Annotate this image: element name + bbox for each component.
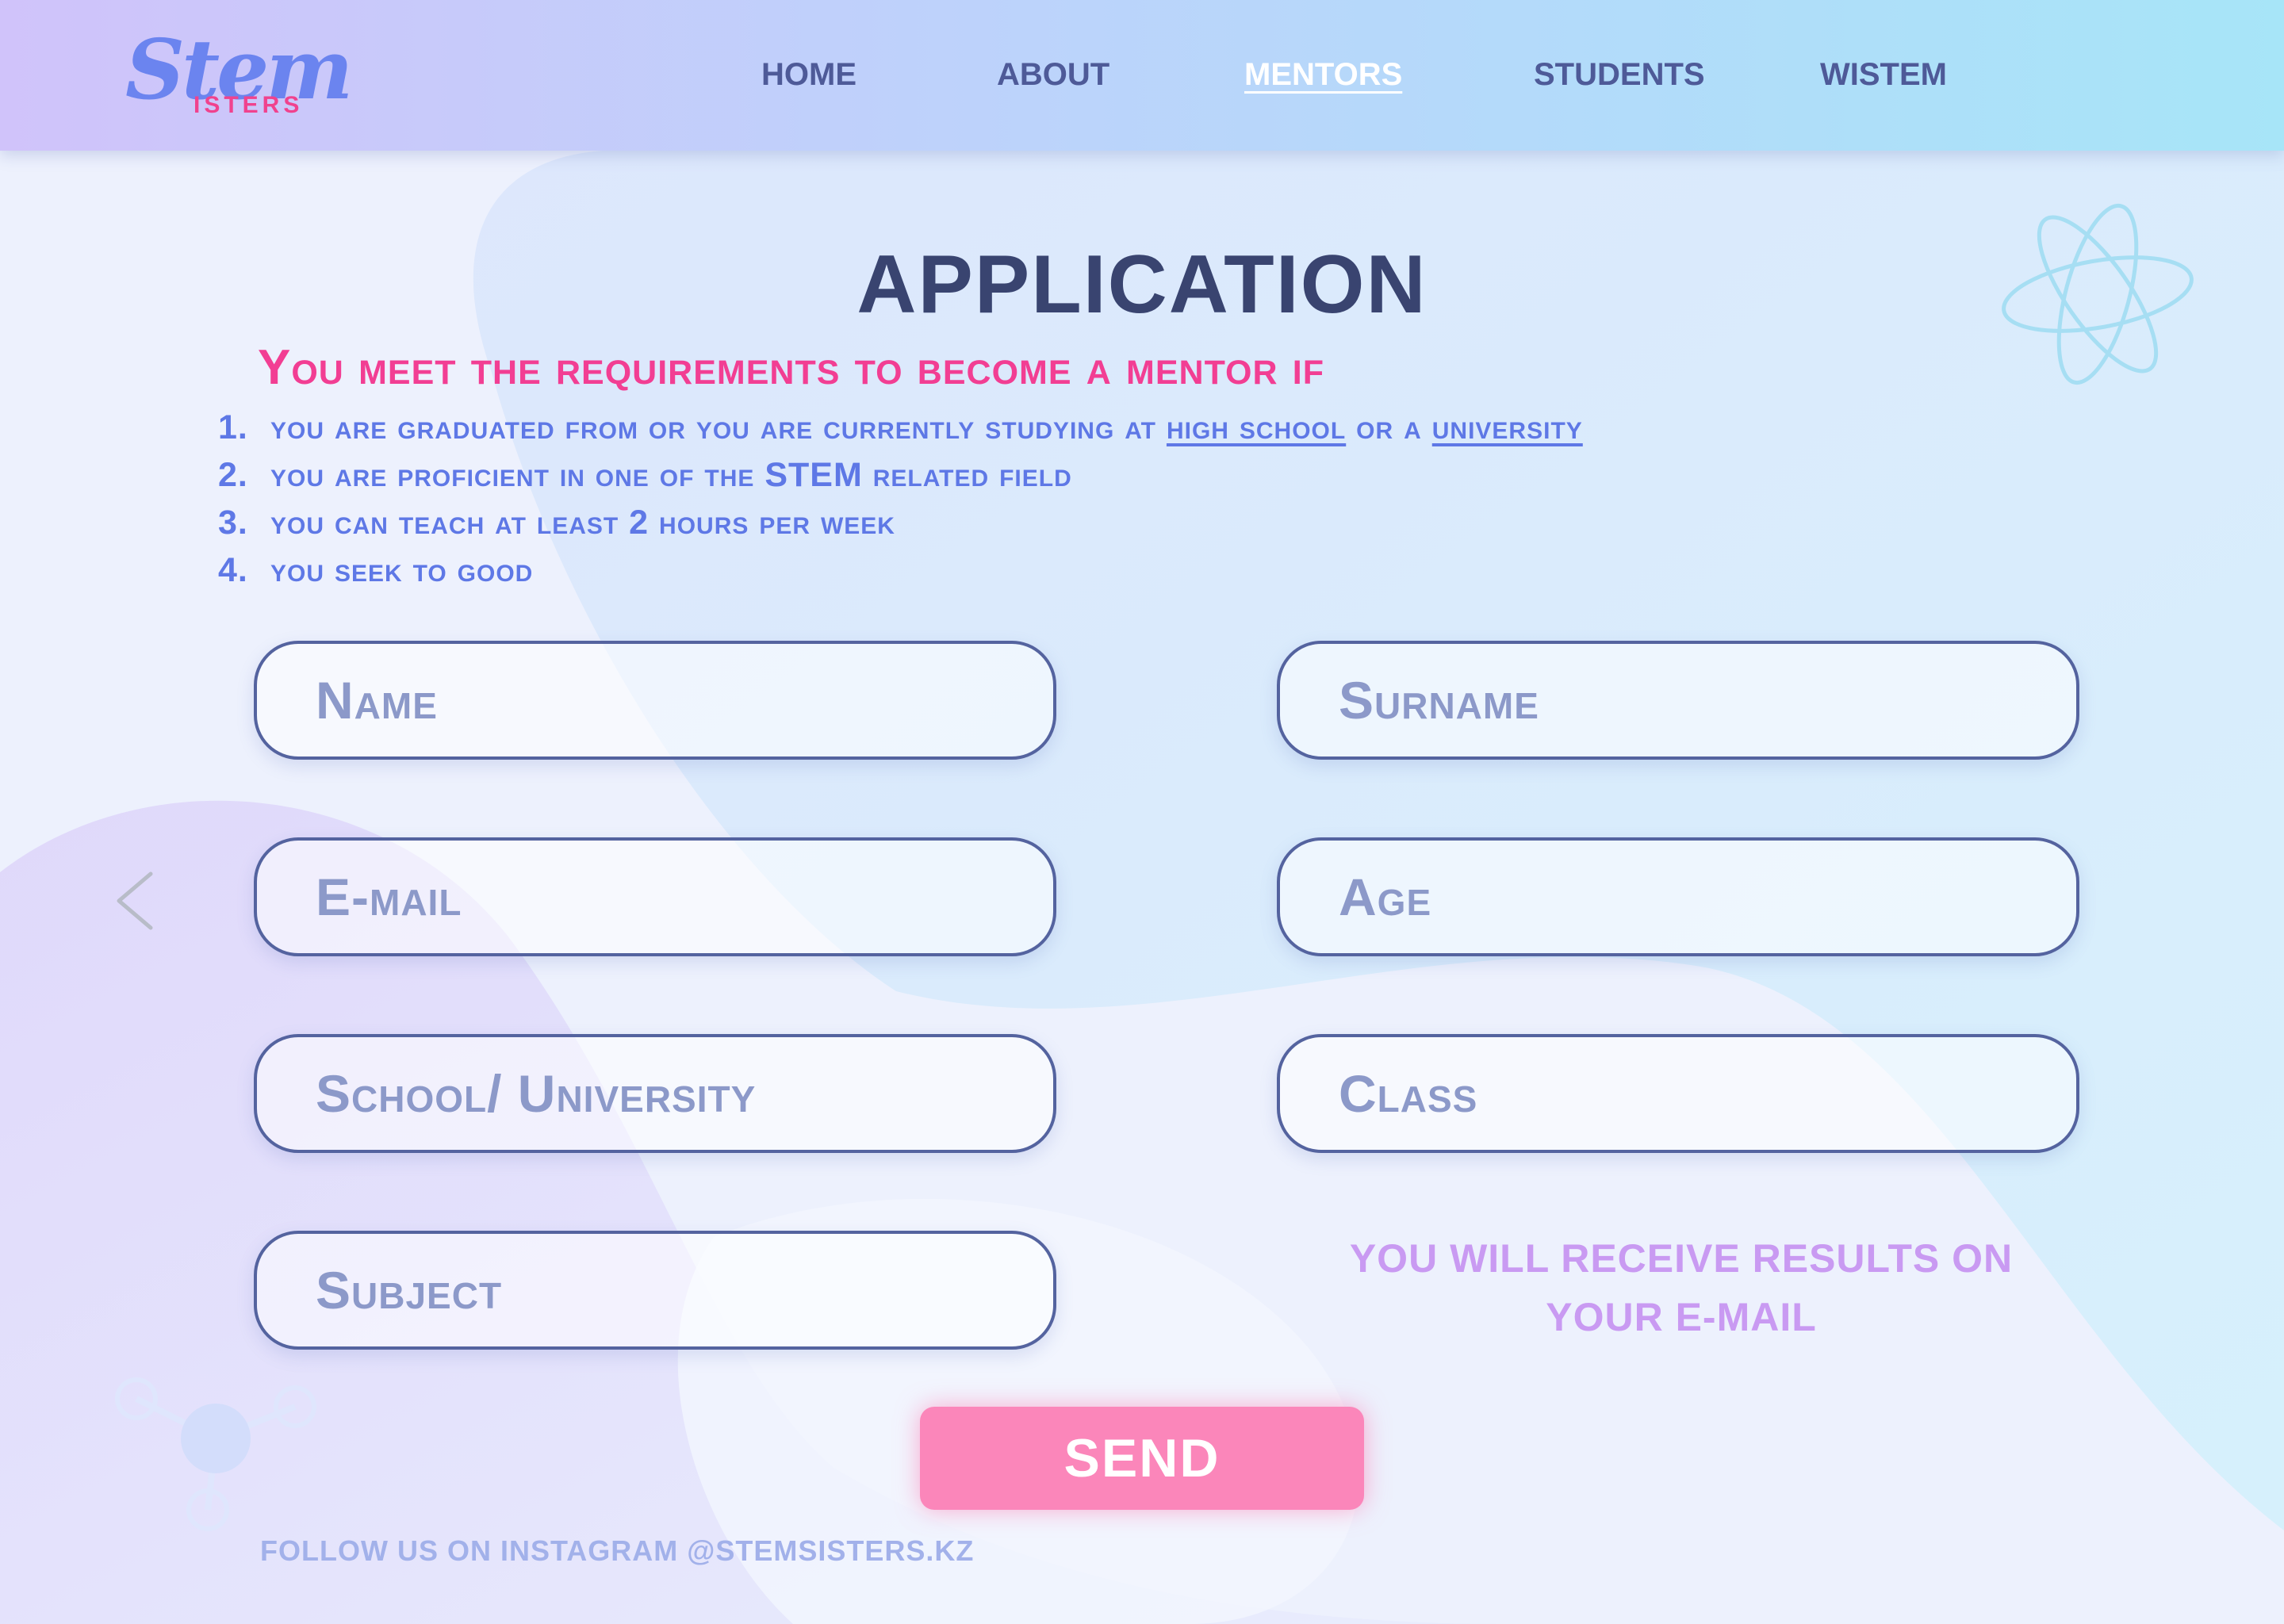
- requirement-text: you can teach at least 2 hours per week: [270, 504, 895, 542]
- logo-subtitle: ISTERS: [194, 92, 304, 118]
- send-button[interactable]: SEND: [920, 1407, 1364, 1510]
- school-university-field[interactable]: [254, 1034, 1056, 1153]
- requirement-number: 1.: [218, 408, 248, 446]
- name-field[interactable]: [254, 641, 1056, 760]
- class-field[interactable]: [1277, 1034, 2079, 1153]
- requirements-list: 1. you are graduated from or you are curr…: [218, 408, 1583, 599]
- university-link[interactable]: university: [1432, 408, 1583, 446]
- page-title: APPLICATION: [856, 239, 1428, 331]
- high-school-link[interactable]: high school: [1167, 408, 1346, 446]
- stem-sisters-logo[interactable]: Stem ISTERS: [119, 17, 373, 136]
- requirement-text: you seek to good: [270, 551, 534, 589]
- nav-wistem[interactable]: WISTEM: [1820, 57, 1947, 93]
- results-note-line2: YOUR E-MAIL: [1546, 1295, 1817, 1339]
- requirement-text-mid: or a: [1346, 408, 1432, 446]
- email-field[interactable]: [254, 837, 1056, 956]
- requirement-item: 2. you are proficient in one of the STEM …: [218, 456, 1583, 504]
- requirement-number: 3.: [218, 504, 248, 542]
- surname-field[interactable]: [1277, 641, 2079, 760]
- nav-about[interactable]: ABOUT: [997, 57, 1109, 93]
- results-note: YOU WILL RECEIVE RESULTS ON YOUR E-MAIL: [1269, 1229, 2094, 1346]
- requirements-heading: You meet the requirements to become a me…: [258, 340, 1324, 395]
- chevron-left-icon[interactable]: [113, 869, 160, 933]
- requirement-item: 1. you are graduated from or you are curr…: [218, 408, 1583, 456]
- requirement-text: you are graduated from or you are curren…: [270, 408, 1167, 446]
- molecule-icon: [115, 1377, 316, 1531]
- results-note-line1: YOU WILL RECEIVE RESULTS ON: [1349, 1236, 2014, 1281]
- requirement-text: you are proficient in one of the STEM re…: [270, 456, 1072, 494]
- requirement-number: 4.: [218, 551, 248, 589]
- requirement-item: 4. you seek to good: [218, 551, 1583, 599]
- age-field[interactable]: [1277, 837, 2079, 956]
- nav-home[interactable]: HOME: [761, 57, 856, 93]
- top-navbar: Stem ISTERS HOME ABOUT MENTORS STUDENTS …: [0, 0, 2284, 151]
- requirement-item: 3. you can teach at least 2 hours per wee…: [218, 504, 1583, 551]
- instagram-footer[interactable]: FOLLOW US ON INSTAGRAM @STEMSISTERS.KZ: [260, 1534, 974, 1568]
- nav-students[interactable]: STUDENTS: [1534, 57, 1705, 93]
- nav-mentors[interactable]: MENTORS: [1244, 57, 1402, 93]
- requirement-number: 2.: [218, 456, 248, 494]
- subject-field[interactable]: [254, 1231, 1056, 1350]
